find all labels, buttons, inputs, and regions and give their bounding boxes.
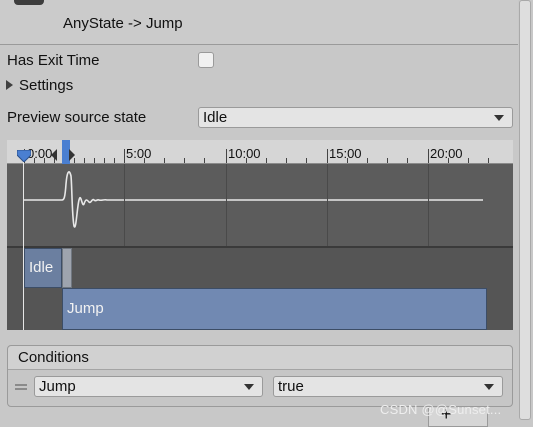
source-state-bar-tail: [62, 248, 72, 288]
ruler-tick: [94, 158, 95, 163]
playhead-marker-icon[interactable]: [17, 150, 31, 162]
chevron-down-icon: [494, 115, 504, 121]
gear-icon[interactable]: [14, 0, 44, 5]
destination-state-bar[interactable]: Jump: [62, 288, 487, 330]
transition-end-marker-icon[interactable]: [51, 148, 75, 162]
ruler-label: 5:00: [126, 146, 152, 161]
source-state-label: Idle: [29, 259, 54, 276]
preview-source-value: Idle: [203, 109, 228, 126]
settings-foldout-label: Settings: [19, 77, 74, 94]
ruler-label: 10:00: [228, 146, 261, 161]
preview-source-dropdown[interactable]: Idle: [198, 107, 513, 128]
ruler-tick: [114, 158, 115, 163]
ruler-tick: [367, 158, 368, 163]
ruler-tick: [204, 158, 205, 163]
watermark: CSDN @@Sunset...: [380, 402, 502, 417]
ruler-tick: [306, 158, 307, 163]
condition-value-dropdown[interactable]: true: [273, 376, 503, 397]
ruler-tick: [468, 158, 469, 163]
ruler-tick: [428, 149, 429, 163]
ruler-tick: [407, 158, 408, 163]
drag-handle-icon[interactable]: [15, 384, 27, 390]
condition-parameter-dropdown[interactable]: Jump: [34, 376, 263, 397]
transition-curve-area: [7, 164, 513, 246]
has-exit-time-label: Has Exit Time: [7, 52, 100, 69]
has-exit-time-checkbox[interactable]: [198, 52, 214, 68]
chevron-down-icon: [244, 384, 254, 390]
ruler-tick: [286, 158, 287, 163]
conditions-title: Conditions: [18, 349, 89, 366]
ruler-tick: [84, 158, 85, 163]
ruler-tick: [327, 149, 328, 163]
ruler-tick: [164, 158, 165, 163]
transition-header: AnyState -> Jump: [0, 0, 518, 45]
ruler-tick: [104, 158, 105, 163]
ruler-tick: [184, 158, 185, 163]
ruler-tick: [124, 149, 125, 163]
destination-state-label: Jump: [67, 300, 104, 317]
scrollbar[interactable]: [518, 0, 533, 427]
transition-timeline[interactable]: 0:00 5:00 10:00 15:00 20:00 Idle Jump: [7, 140, 513, 330]
source-state-bar[interactable]: Idle: [24, 248, 62, 288]
playhead-line: [23, 152, 24, 330]
conditions-header: Conditions: [8, 346, 512, 370]
scrollbar-thumb[interactable]: [519, 0, 531, 420]
conditions-panel: Conditions Jump true: [7, 345, 513, 407]
ruler-label: 15:00: [329, 146, 362, 161]
ruler-label: 20:00: [430, 146, 463, 161]
condition-value: true: [278, 378, 304, 395]
ruler-tick: [226, 149, 227, 163]
transition-curve: [24, 171, 483, 228]
preview-source-label: Preview source state: [7, 109, 147, 126]
transition-title: AnyState -> Jump: [63, 15, 183, 32]
ruler-tick: [266, 158, 267, 163]
chevron-down-icon: [484, 384, 494, 390]
timeline-ruler[interactable]: 0:00 5:00 10:00 15:00 20:00: [7, 140, 513, 164]
foldout-arrow-icon: [6, 80, 13, 90]
ruler-tick: [387, 158, 388, 163]
condition-parameter-value: Jump: [39, 378, 76, 395]
ruler-tick: [488, 158, 489, 163]
